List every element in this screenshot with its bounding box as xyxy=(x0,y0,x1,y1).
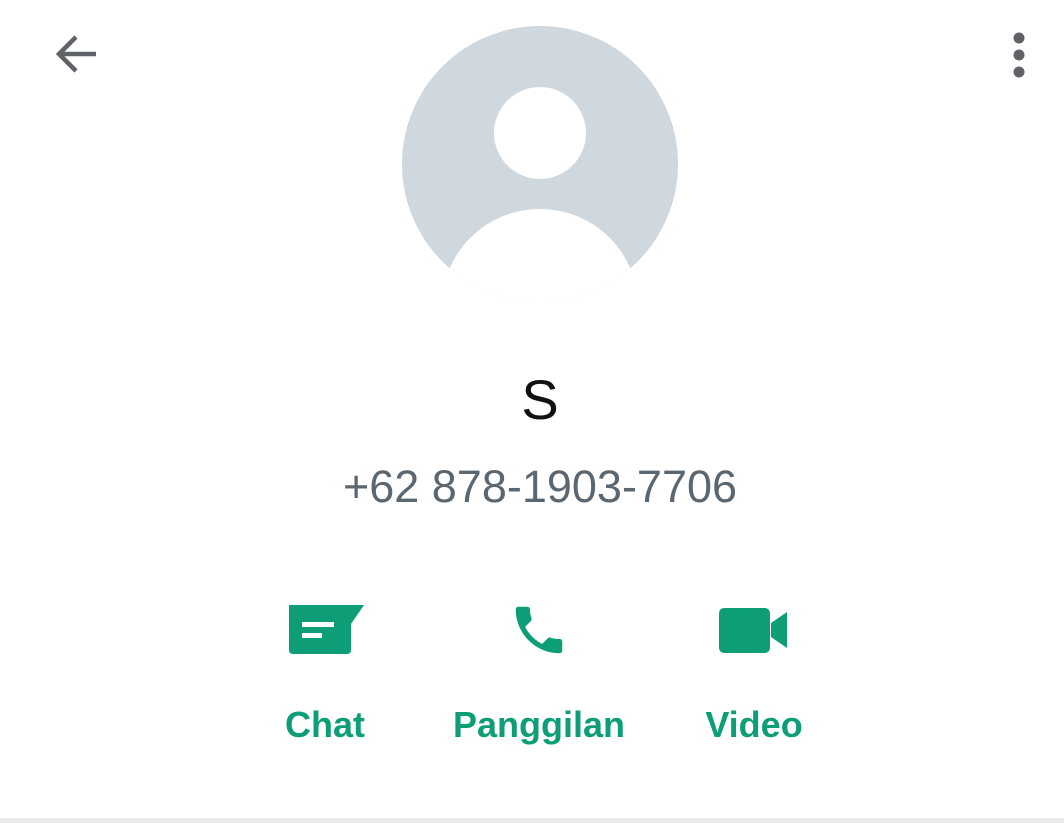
chat-action-label: Chat xyxy=(285,704,365,745)
video-action-button[interactable]: Video xyxy=(697,580,811,760)
default-person-avatar-icon xyxy=(402,26,678,302)
contact-phone-number: +62 878-1903-7706 xyxy=(342,461,738,512)
phone-icon xyxy=(515,606,563,654)
arrow-left-icon xyxy=(55,35,96,73)
more-options-button[interactable] xyxy=(990,22,1048,88)
chat-icon xyxy=(289,605,364,654)
bottom-divider xyxy=(0,818,1064,823)
chat-action-button[interactable]: Chat xyxy=(265,580,385,760)
call-action-label: Panggilan xyxy=(452,704,626,745)
more-vert-icon xyxy=(1013,32,1025,78)
call-action-button[interactable]: Panggilan xyxy=(448,580,630,760)
videocam-icon xyxy=(719,608,787,653)
back-button[interactable] xyxy=(42,22,110,86)
contact-avatar[interactable] xyxy=(402,26,678,302)
contact-name: S xyxy=(521,368,559,431)
video-action-label: Video xyxy=(705,704,803,745)
